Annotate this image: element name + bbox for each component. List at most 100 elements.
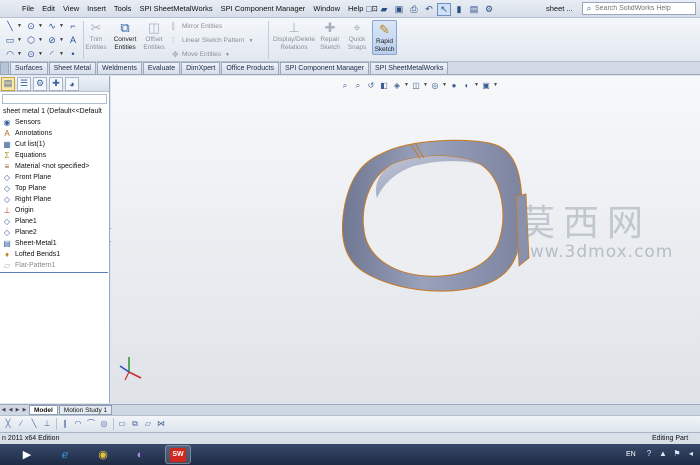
tree-filter-input[interactable] — [2, 94, 107, 104]
horizontal-relation-icon[interactable]: ╳ — [2, 418, 14, 430]
rectangle-icon[interactable]: ▭ — [3, 34, 17, 46]
help-search-input[interactable] — [595, 5, 691, 12]
menu-tools[interactable]: Tools — [110, 0, 136, 18]
tab-weldments[interactable]: Weldments — [96, 62, 142, 74]
text-sketch-icon[interactable]: A — [66, 34, 80, 46]
perpendicular-icon[interactable]: ⊥ — [41, 418, 53, 430]
tab-surfaces[interactable]: Surfaces — [10, 62, 48, 74]
offset-entities-button[interactable]: ◫ Offset Entities — [142, 20, 166, 51]
vertical-relation-icon[interactable]: ∕ — [15, 418, 27, 430]
tree-root-part[interactable]: sheet metal 1 (Default<<Default — [0, 106, 109, 117]
tray-language-indicator[interactable]: EN — [626, 444, 636, 465]
centerline-dropdown-icon[interactable]: ▼ — [59, 51, 64, 57]
rapid-sketch-button[interactable]: ✎ Rapid Sketch — [372, 20, 397, 55]
tab-model[interactable]: Model — [29, 405, 58, 415]
menu-view[interactable]: View — [59, 0, 83, 18]
rollback-bar[interactable] — [0, 272, 108, 273]
options-gear-icon[interactable]: ⚙ — [482, 3, 496, 16]
taskbar-media-player-icon[interactable]: ▶ — [14, 445, 40, 464]
spline-dropdown-icon[interactable]: ▼ — [59, 23, 64, 29]
select-pointer-icon[interactable]: ↖ — [437, 2, 451, 16]
collinear-icon[interactable]: ╲ — [28, 418, 40, 430]
tree-item-annotations[interactable]: A Annotations — [0, 128, 109, 139]
menu-spi-component-manager[interactable]: SPI Component Manager — [217, 0, 310, 18]
taskbar-internet-explorer-icon[interactable]: ℯ — [52, 445, 78, 464]
point-icon[interactable]: ⊙ — [24, 48, 38, 60]
undo-icon[interactable]: ↶ — [422, 3, 436, 16]
spline-icon[interactable]: ∿ — [45, 20, 59, 32]
centerline-icon[interactable]: ◜ — [45, 48, 59, 60]
tab-sheet-metal[interactable]: Sheet Metal — [48, 62, 96, 74]
point-dropdown-icon[interactable]: ▼ — [38, 51, 43, 57]
next-tab-arrow-icon[interactable]: ▶ — [14, 406, 21, 415]
prev-tab-arrow-icon[interactable]: ◀ — [7, 406, 14, 415]
tree-item-flat-pattern1[interactable]: ▱ Flat-Pattern1 — [0, 260, 109, 271]
sketch-point-icon[interactable]: • — [66, 48, 80, 60]
polygon-dropdown-icon[interactable]: ▼ — [38, 37, 43, 43]
tab-spi-sheetmetalworks[interactable]: SPI SheetMetalWorks — [370, 62, 449, 74]
last-tab-arrow-icon[interactable]: ▶ — [21, 406, 28, 415]
menu-file[interactable]: File — [18, 0, 38, 18]
mirror-entities-button[interactable]: ⫿ Mirror Entities — [172, 21, 222, 32]
tray-flag-icon[interactable]: ⚑ — [672, 449, 682, 459]
tree-item-front-plane[interactable]: ◇ Front Plane — [0, 172, 109, 183]
save-icon[interactable]: ▣ — [392, 3, 406, 16]
property-manager-tab-icon[interactable]: ☰ — [17, 76, 31, 91]
trim-entities-button[interactable]: ✂ Trim Entities — [85, 20, 107, 51]
sheet-metal-ring-model[interactable] — [342, 139, 530, 292]
tangent-icon[interactable]: ◠ — [72, 418, 84, 430]
tree-item-sheet-metal1[interactable]: ▤ Sheet-Metal1 — [0, 238, 109, 249]
line-dropdown-icon[interactable]: ▼ — [17, 23, 22, 29]
symmetric-icon[interactable]: ⋈ — [155, 418, 167, 430]
tray-help-icon[interactable]: ? — [644, 449, 654, 459]
menu-edit[interactable]: Edit — [38, 0, 59, 18]
convert-entities-button[interactable]: ⧉ Convert Entities — [110, 20, 140, 51]
taskbar-app-icon[interactable]: ◐ — [127, 445, 153, 464]
tab-sketch-truncated[interactable] — [0, 62, 9, 74]
tree-item-lofted-bends1[interactable]: ♦ Lofted Bends1 — [0, 249, 109, 260]
circle-dropdown-icon[interactable]: ▼ — [38, 23, 43, 29]
open-folder-icon[interactable]: ▰ — [377, 3, 391, 16]
file-properties-icon[interactable]: ▤ — [467, 3, 481, 16]
move-dropdown-icon[interactable]: ▼ — [225, 52, 230, 58]
display-delete-relations-button[interactable]: ⊥ Display/Delete Relations — [271, 20, 317, 51]
linear-pattern-dropdown-icon[interactable]: ▼ — [249, 38, 254, 44]
polygon-icon[interactable]: ⬡ — [24, 34, 38, 46]
tab-office-products[interactable]: Office Products — [221, 62, 280, 74]
feature-manager-tab-icon[interactable]: ▤ — [1, 76, 15, 91]
tree-item-plane2[interactable]: ◇ Plane2 — [0, 227, 109, 238]
display-manager-tab-icon[interactable]: ◕ — [65, 76, 79, 91]
midpoint-icon[interactable]: ▱ — [142, 418, 154, 430]
ellipse-dropdown-icon[interactable]: ▼ — [59, 37, 64, 43]
tab-spi-component-manager[interactable]: SPI Component Manager — [280, 62, 370, 74]
taskbar-solidworks-icon[interactable]: SW — [165, 445, 191, 464]
linear-sketch-pattern-button[interactable]: ⁞ Linear Sketch Pattern ▼ — [172, 35, 253, 46]
tray-network-icon[interactable]: ▲ — [658, 449, 668, 459]
menu-window[interactable]: Window — [309, 0, 344, 18]
rebuild-icon[interactable]: ▮ — [452, 3, 466, 16]
print-icon[interactable]: ⎙ — [407, 3, 421, 16]
dimxpert-manager-tab-icon[interactable]: ✚ — [49, 76, 63, 91]
tree-item-equations[interactable]: Σ Equations — [0, 150, 109, 161]
ellipse-icon[interactable]: ⊘ — [45, 34, 59, 46]
equal-icon[interactable]: ▭ — [116, 418, 128, 430]
sketch-fillet-icon[interactable]: ⌐ — [66, 20, 80, 32]
fix-icon[interactable]: ⧉ — [129, 418, 141, 430]
tray-volume-icon[interactable]: ◂ — [686, 449, 696, 459]
tree-item-origin[interactable]: ⊥ Origin — [0, 205, 109, 216]
menu-insert[interactable]: Insert — [83, 0, 110, 18]
arc-dropdown-icon[interactable]: ▼ — [17, 51, 22, 57]
menu-spi-sheetmetalworks[interactable]: SPI SheetMetalWorks — [135, 0, 216, 18]
coincident-icon[interactable]: ⌒ — [85, 418, 97, 430]
first-tab-arrow-icon[interactable]: ◀ — [0, 406, 7, 415]
taskbar-chrome-icon[interactable]: ◉ — [90, 445, 116, 464]
tree-item-material[interactable]: ≡ Material <not specified> — [0, 161, 109, 172]
tangent-arc-icon[interactable]: ◠ — [3, 48, 17, 60]
graphics-viewport[interactable]: ⌕ ⌕ ↺ ◧ ◈ ▼ ◫ ▼ ◎ ▼ ● ◐ ▼ ▣ ▼ 莫西网 www.3d… — [111, 76, 700, 403]
tree-item-right-plane[interactable]: ◇ Right Plane — [0, 194, 109, 205]
repair-sketch-button[interactable]: ✚ Repair Sketch — [318, 20, 342, 51]
tab-dimxpert[interactable]: DimXpert — [181, 62, 221, 74]
tab-evaluate[interactable]: Evaluate — [142, 62, 181, 74]
tree-item-plane1[interactable]: ◇ Plane1 — [0, 216, 109, 227]
tree-item-top-plane[interactable]: ◇ Top Plane — [0, 183, 109, 194]
